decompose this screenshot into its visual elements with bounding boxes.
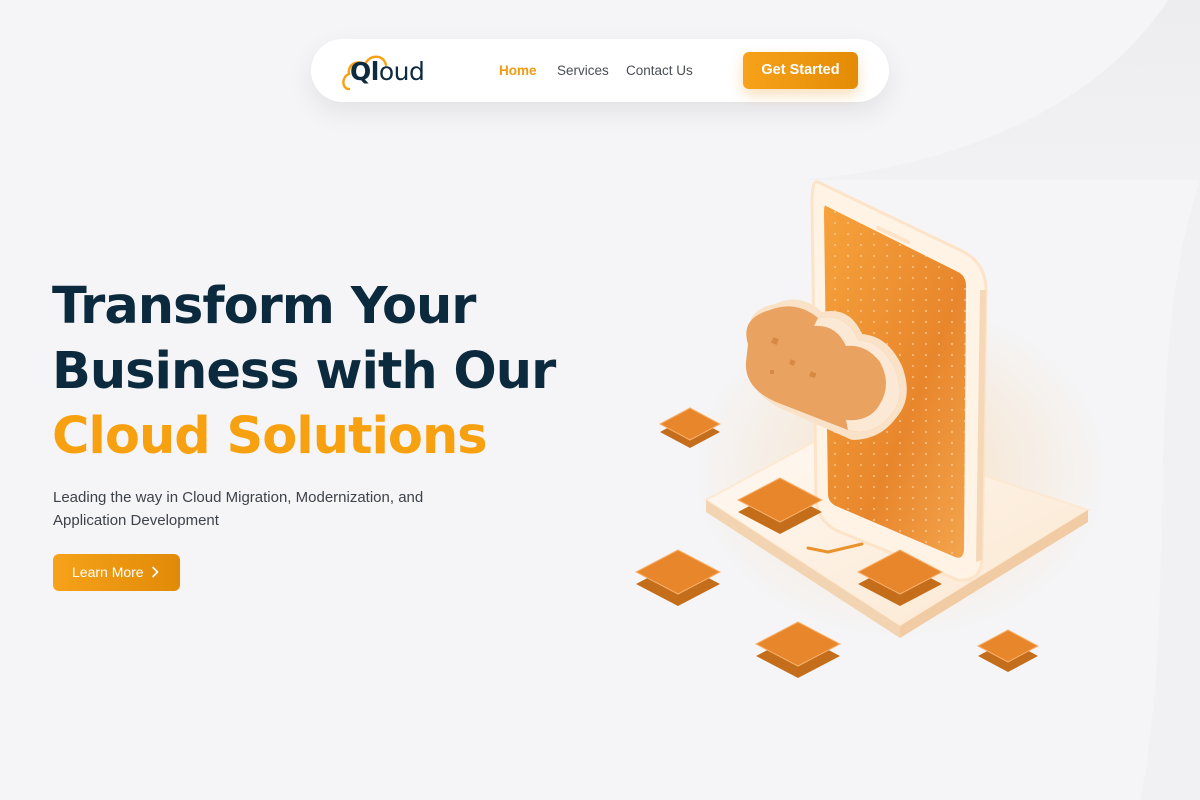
chip-tile: [976, 629, 1040, 672]
qloud-logo[interactable]: Qloud: [341, 49, 441, 93]
learn-more-label: Learn More: [72, 564, 144, 580]
nav-link-services[interactable]: Services: [557, 62, 609, 80]
hero-title-line-1: Transform Your: [52, 277, 476, 336]
get-started-button[interactable]: Get Started: [743, 52, 858, 89]
chip-tile: [754, 621, 842, 678]
logo-wordmark: Qloud: [350, 57, 425, 86]
hero-title-accent: Cloud Solutions: [52, 407, 488, 466]
hero-subtitle: Leading the way in Cloud Migration, Mode…: [53, 489, 424, 529]
learn-more-button[interactable]: Learn More: [53, 554, 180, 591]
top-navbar: Qloud Home Services Contact Us Get Start…: [311, 39, 889, 102]
nav-link-contact-us[interactable]: Contact Us: [626, 62, 693, 80]
hero-title: Transform Your Business with Our Cloud S…: [52, 274, 556, 469]
cloud-server-illustration: [634, 179, 1110, 678]
chevron-right-icon: [152, 566, 159, 578]
logo-rest: oud: [378, 57, 425, 86]
hero-title-line-2: Business with Our: [52, 342, 556, 401]
logo-q: Ql: [350, 57, 379, 86]
nav-link-home[interactable]: Home: [499, 62, 537, 80]
chip-tile: [634, 549, 722, 606]
